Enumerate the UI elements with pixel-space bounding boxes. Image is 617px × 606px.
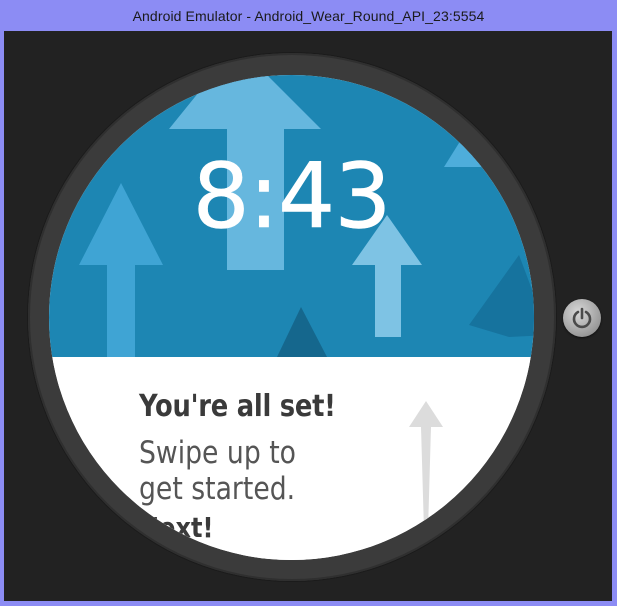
card-body-line: get started. [139,471,296,507]
notification-card[interactable]: You're all set! Swipe up to get started.… [49,357,534,560]
clock-time: 8:43 [49,144,534,249]
power-icon [572,307,592,329]
card-body-line: Swipe up to [139,435,297,471]
watch-screen[interactable]: 8:43 You're all set! Swipe up to get sta… [49,75,534,560]
power-button[interactable] [563,299,601,337]
window-title: Android Emulator - Android_Wear_Round_AP… [132,7,485,24]
watch-face: 8:43 [49,75,534,357]
arrow-shape [277,307,327,357]
arrow-shape [469,255,534,337]
next-card-peek: Next! [139,511,214,544]
card-title: You're all set! [139,389,336,424]
clock-minutes: 43 [278,144,392,249]
swipe-up-arrow-icon [409,401,443,531]
emulator-window: Android Emulator - Android_Wear_Round_AP… [0,0,617,606]
clock-separator: : [248,144,279,249]
emulator-viewport: 8:43 You're all set! Swipe up to get sta… [4,31,612,601]
card-body: Swipe up to get started. [139,435,363,507]
clock-hours: 8 [192,144,250,249]
window-title-bar[interactable]: Android Emulator - Android_Wear_Round_AP… [0,0,617,31]
watch-bezel: 8:43 You're all set! Swipe up to get sta… [28,53,556,581]
